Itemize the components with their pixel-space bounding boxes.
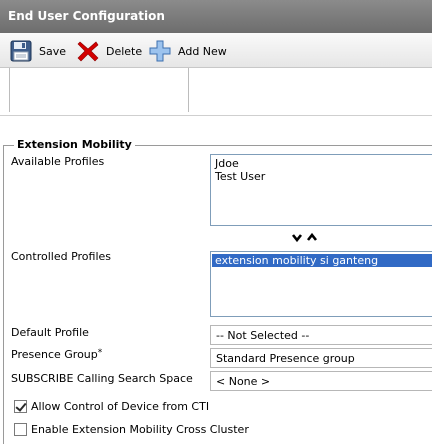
move-arrows bbox=[291, 232, 323, 244]
presence-group-select[interactable]: Standard Presence group bbox=[210, 348, 432, 368]
em-cross-cluster-checkbox[interactable] bbox=[14, 423, 27, 436]
em-cross-cluster-row: Enable Extension Mobility Cross Cluster bbox=[14, 423, 249, 436]
save-label: Save bbox=[39, 44, 67, 58]
toolbar: Save Delete Add New bbox=[0, 33, 432, 68]
default-profile-select[interactable]: -- Not Selected -- bbox=[210, 325, 432, 345]
panel-border bbox=[9, 68, 10, 112]
save-button[interactable]: Save bbox=[9, 39, 66, 63]
panel-divider bbox=[188, 68, 189, 112]
controlled-profiles-label: Controlled Profiles bbox=[11, 250, 111, 263]
chevron-down-icon[interactable] bbox=[291, 234, 303, 243]
list-item[interactable]: extension mobility si ganteng bbox=[212, 254, 432, 267]
default-profile-label: Default Profile bbox=[11, 326, 89, 339]
available-profiles-listbox[interactable]: Jdoe Test User bbox=[210, 154, 432, 226]
subscribe-css-select[interactable]: < None > bbox=[210, 371, 432, 391]
list-item[interactable]: Jdoe bbox=[215, 157, 432, 170]
presence-group-label-text: Presence Group bbox=[11, 348, 98, 361]
allow-cti-label: Allow Control of Device from CTI bbox=[31, 400, 210, 413]
allow-cti-row: Allow Control of Device from CTI bbox=[14, 400, 209, 413]
chevron-up-icon[interactable] bbox=[306, 232, 318, 241]
delete-label: Delete bbox=[106, 44, 143, 58]
presence-group-label: Presence Group* bbox=[11, 348, 102, 361]
available-profiles-label: Available Profiles bbox=[11, 155, 105, 168]
add-new-button[interactable]: Add New bbox=[148, 39, 227, 63]
floppy-disk-icon bbox=[9, 39, 33, 63]
red-x-icon bbox=[76, 39, 100, 63]
subscribe-css-label: SUBSCRIBE Calling Search Space bbox=[11, 372, 193, 385]
window-title: End User Configuration bbox=[0, 0, 432, 33]
em-cross-cluster-label: Enable Extension Mobility Cross Cluster bbox=[31, 423, 249, 436]
extension-mobility-legend: Extension Mobility bbox=[14, 138, 135, 151]
required-marker: * bbox=[97, 348, 103, 358]
add-new-label: Add New bbox=[178, 44, 227, 58]
allow-cti-checkbox[interactable] bbox=[14, 400, 27, 413]
controlled-profiles-listbox[interactable]: extension mobility si ganteng bbox=[210, 251, 432, 317]
top-panel bbox=[0, 68, 432, 116]
delete-button[interactable]: Delete bbox=[76, 39, 142, 63]
blue-plus-icon bbox=[148, 39, 172, 63]
list-item[interactable]: Test User bbox=[215, 170, 432, 183]
